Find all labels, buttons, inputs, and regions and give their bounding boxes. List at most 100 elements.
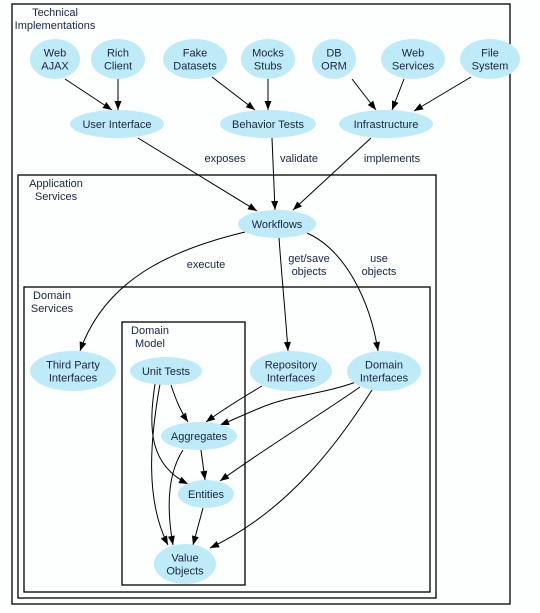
edge-line	[151, 383, 169, 546]
edge-line	[292, 137, 372, 211]
arrowhead-icon	[283, 341, 291, 351]
edge-label: get/save objects	[288, 253, 330, 278]
node-label-line: Interfaces	[49, 373, 98, 385]
node-label-line: System	[472, 61, 509, 73]
edge-label-line: get/save	[288, 253, 330, 265]
node-label-line: AJAX	[41, 61, 69, 73]
node-label: Behavior Tests	[232, 119, 304, 131]
edge-behavior-tests-to-workflows	[271, 137, 279, 211]
node-unit-tests: Unit Tests	[130, 357, 202, 385]
arrowhead-icon	[220, 418, 230, 426]
arrowhead-icon	[102, 102, 112, 110]
node-label-line: Datasets	[173, 61, 217, 73]
edge-repository-interfaces-to-aggregates	[205, 385, 263, 423]
node-label-line: Mocks	[252, 48, 284, 60]
node-label: Rich Client	[104, 48, 132, 73]
edge-label-line: use	[370, 253, 388, 265]
arrowhead-icon	[180, 412, 188, 422]
node-label-line: Fake	[183, 48, 207, 60]
edge-line	[209, 389, 373, 549]
node-label-line: File	[481, 48, 499, 60]
edge-mocks-stubs-to-behavior-tests	[264, 79, 272, 110]
node-label-line: Rich	[107, 48, 129, 60]
node-label-line: Stubs	[254, 61, 283, 73]
node-label-line: Client	[104, 61, 132, 73]
edge-label-line: objects	[362, 266, 397, 278]
node-label-line: Third Party	[46, 360, 100, 372]
edge-label: validate	[280, 153, 318, 165]
cluster-technical	[11, 3, 511, 605]
edge-domain-interfaces-to-entities	[219, 386, 361, 482]
arrowhead-icon	[114, 101, 122, 110]
node-web-services: Web Services	[381, 39, 445, 79]
edge-line	[219, 386, 361, 482]
node-label-line: ORM	[321, 61, 347, 73]
cluster-label-line: Domain	[33, 290, 71, 302]
node-db-orm: DB ORM	[312, 39, 356, 79]
node-entities: Entities	[178, 480, 234, 508]
node-behavior-tests: Behavior Tests	[220, 110, 316, 138]
arrowhead-icon	[220, 472, 230, 481]
architecture-diagram: Technical Implementations Application Servi…	[11, 3, 520, 605]
arrowhead-icon	[206, 413, 216, 422]
node-fake-datasets: Fake Datasets	[163, 39, 227, 79]
edge-infrastructure-to-workflows	[292, 137, 372, 211]
edge-fake-datasets-to-behavior-tests	[211, 76, 256, 111]
edge-line	[413, 76, 472, 112]
cluster-label-technical: Technical Implementations	[15, 7, 96, 32]
node-file-system: File System	[460, 39, 520, 79]
arrowhead-icon	[245, 101, 255, 110]
cluster-label-line: Application	[29, 178, 83, 190]
edge-label: implements	[364, 153, 421, 165]
arrowhead-icon	[167, 535, 175, 545]
node-label: Repository Interfaces	[265, 360, 318, 385]
node-label-line: Web	[44, 48, 66, 60]
edge-entities-to-value-objects	[191, 507, 204, 546]
node-label: Aggregates	[171, 431, 228, 443]
edge-unit-tests-to-aggregates	[170, 384, 189, 423]
node-label: Domain Interfaces	[360, 360, 409, 385]
edge-line	[205, 385, 263, 423]
cluster-label-line: Implementations	[15, 20, 96, 32]
arrowhead-icon	[373, 341, 381, 351]
arrowhead-icon	[191, 535, 199, 545]
arrowhead-icon	[160, 535, 168, 545]
node-workflows: Workflows	[238, 210, 316, 238]
cluster-label-line: Domain	[131, 325, 169, 337]
edge-label: use objects	[362, 253, 397, 278]
edge-domain-interfaces-to-value-objects	[209, 389, 373, 549]
node-label: Infrastructure	[354, 119, 419, 131]
node-label-line: Web	[402, 48, 424, 60]
edge-db-orm-to-infrastructure	[351, 78, 377, 111]
node-third-party: Third Party Interfaces	[30, 351, 116, 391]
edge-label-line: exposes	[205, 153, 246, 165]
arrowhead-icon	[200, 470, 208, 480]
cluster-label-line: Services	[35, 191, 78, 203]
cluster-label-domain-model: Domain Model	[131, 325, 169, 350]
node-label-line: DB	[326, 48, 341, 60]
arrowhead-icon	[79, 341, 87, 351]
arrowhead-icon	[367, 100, 376, 110]
arrowhead-icon	[414, 103, 424, 111]
node-repository-interfaces: Repository Interfaces	[250, 351, 332, 391]
node-label-line: Behavior Tests	[232, 119, 304, 131]
node-value-objects: Value Objects	[154, 544, 216, 584]
node-label-line: Domain	[365, 360, 403, 372]
edge-line	[278, 237, 289, 352]
edge-label: execute	[187, 259, 226, 271]
arrowhead-icon	[210, 540, 220, 548]
edge-line	[271, 137, 276, 211]
node-label: Entities	[188, 489, 225, 501]
node-rich-client: Rich Client	[91, 39, 145, 79]
node-label-line: Entities	[188, 489, 225, 501]
node-label: Third Party Interfaces	[46, 360, 100, 385]
node-label-line: Workflows	[252, 219, 303, 231]
arrowhead-icon	[271, 200, 279, 210]
cluster-label-application: Application Services	[29, 178, 83, 203]
edge-label-line: validate	[280, 153, 318, 165]
node-label: Mocks Stubs	[252, 48, 284, 73]
edge-label-line: implements	[364, 153, 421, 165]
cluster-label-line: Model	[135, 338, 165, 350]
node-label-line: Objects	[166, 566, 204, 578]
arrowhead-icon	[391, 100, 399, 110]
